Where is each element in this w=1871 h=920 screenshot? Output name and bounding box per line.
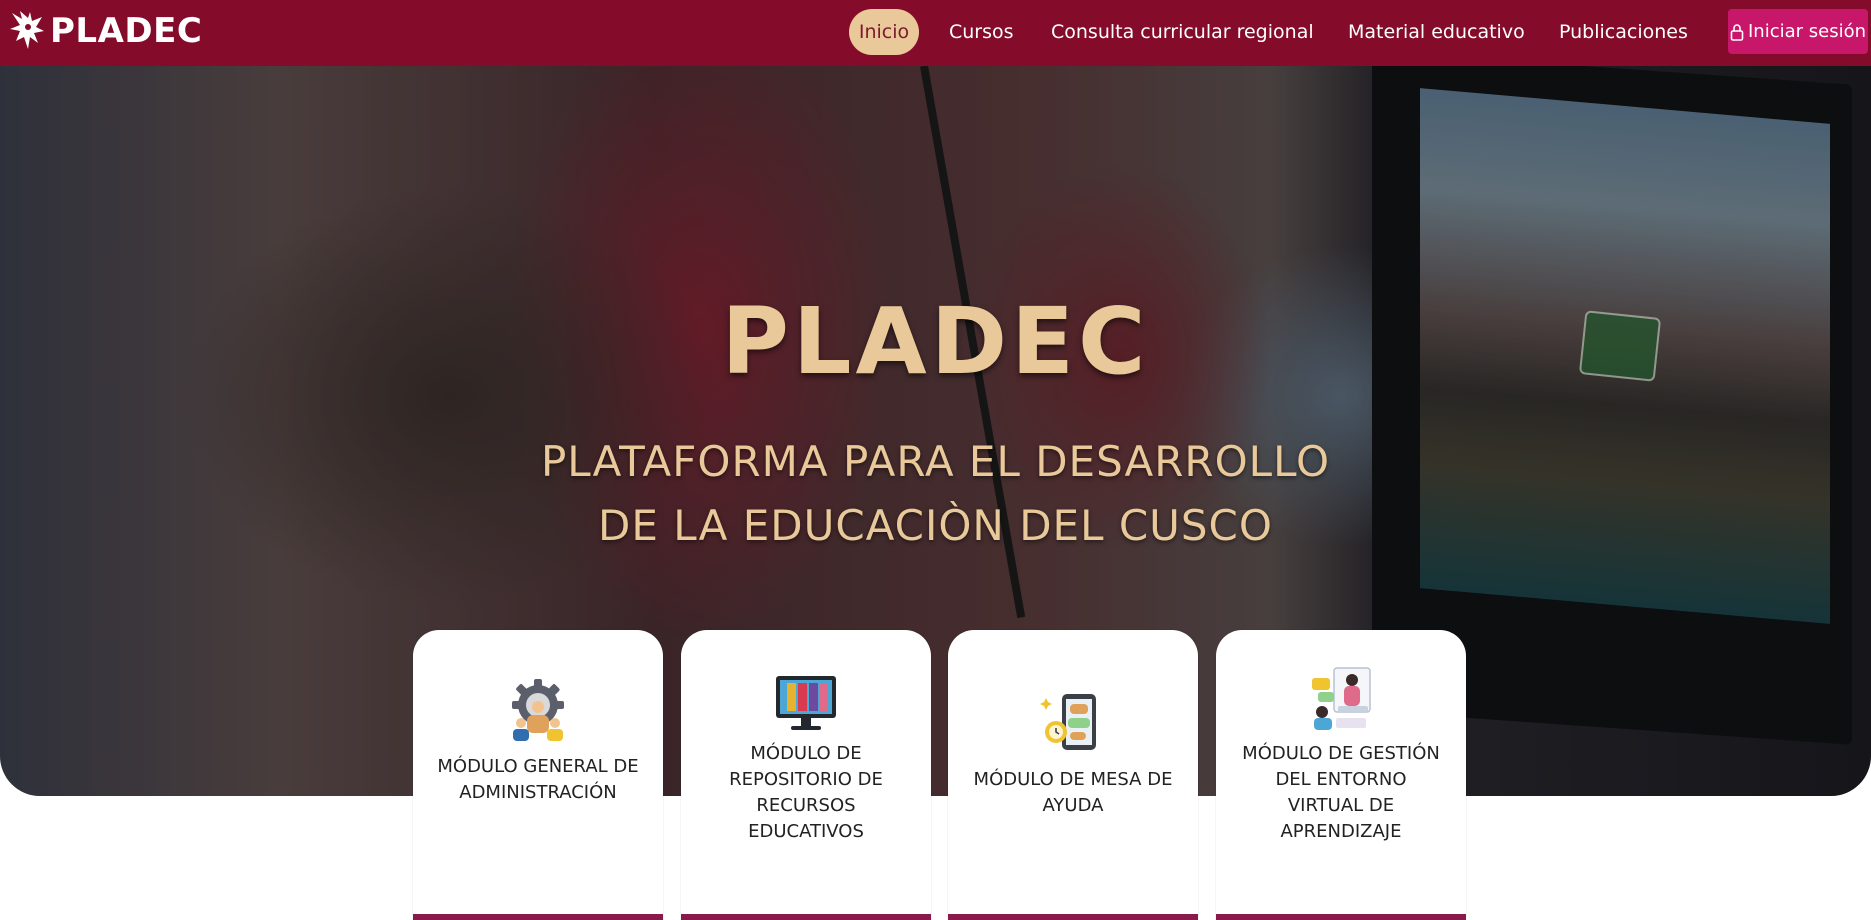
hero-subtitle-line2: DE LA EDUCACIÒN DEL CUSCO	[598, 501, 1273, 550]
module-card-entorno-virtual[interactable]: MÓDULO DE GESTIÓN DEL ENTORNO VIRTUAL DE…	[1216, 630, 1466, 920]
module-card-accent	[948, 914, 1198, 920]
hero-banner: PLADEC PLATAFORMA PARA EL DESARROLLO DE …	[0, 66, 1871, 796]
brand-name: PLADEC	[50, 11, 203, 51]
module-card-mesa-ayuda[interactable]: MÓDULO DE MESA DE AYUDA	[948, 630, 1198, 920]
login-button[interactable]: Iniciar sesión	[1728, 9, 1868, 54]
condor-icon	[10, 11, 44, 49]
login-label: Iniciar sesión	[1747, 21, 1867, 42]
top-navbar: PLADEC Inicio Cursos Consulta curricular…	[0, 0, 1871, 66]
module-card-accent	[413, 914, 663, 920]
hero-subtitle: PLATAFORMA PARA EL DESARROLLO DE LA EDUC…	[0, 430, 1871, 558]
nav-inicio[interactable]: Inicio	[849, 9, 919, 55]
nav-material-educativo[interactable]: Material educativo	[1348, 9, 1525, 55]
lock-icon	[1730, 23, 1744, 41]
module-card-accent	[1216, 914, 1466, 920]
nav-publicaciones[interactable]: Publicaciones	[1559, 9, 1688, 55]
module-card-repositorio-label: MÓDULO DE REPOSITORIO DE RECURSOS EDUCAT…	[729, 743, 883, 842]
tablet-chat-icon	[1040, 694, 1096, 750]
module-card-administracion[interactable]: MÓDULO GENERAL DE ADMINISTRACIÓN	[413, 630, 663, 920]
module-card-repositorio[interactable]: MÓDULO DE REPOSITORIO DE RECURSOS EDUCAT…	[681, 630, 931, 920]
nav-cursos[interactable]: Cursos	[949, 9, 1014, 55]
module-card-accent	[681, 914, 931, 920]
virtual-classroom-icon	[1312, 667, 1371, 730]
gear-people-icon	[512, 679, 564, 741]
brand-logo[interactable]: PLADEC	[8, 6, 202, 56]
hero-title: PLADEC	[721, 288, 1150, 395]
module-card-administracion-label: MÓDULO GENERAL DE ADMINISTRACIÓN	[437, 756, 639, 803]
hero-subtitle-line1: PLATAFORMA PARA EL DESARROLLO	[540, 437, 1331, 486]
module-card-mesa-ayuda-label: MÓDULO DE MESA DE AYUDA	[973, 769, 1173, 816]
monitor-binders-icon	[776, 676, 836, 730]
nav-consulta-curricular[interactable]: Consulta curricular regional	[1051, 9, 1314, 55]
module-card-entorno-virtual-label: MÓDULO DE GESTIÓN DEL ENTORNO VIRTUAL DE…	[1242, 743, 1440, 842]
